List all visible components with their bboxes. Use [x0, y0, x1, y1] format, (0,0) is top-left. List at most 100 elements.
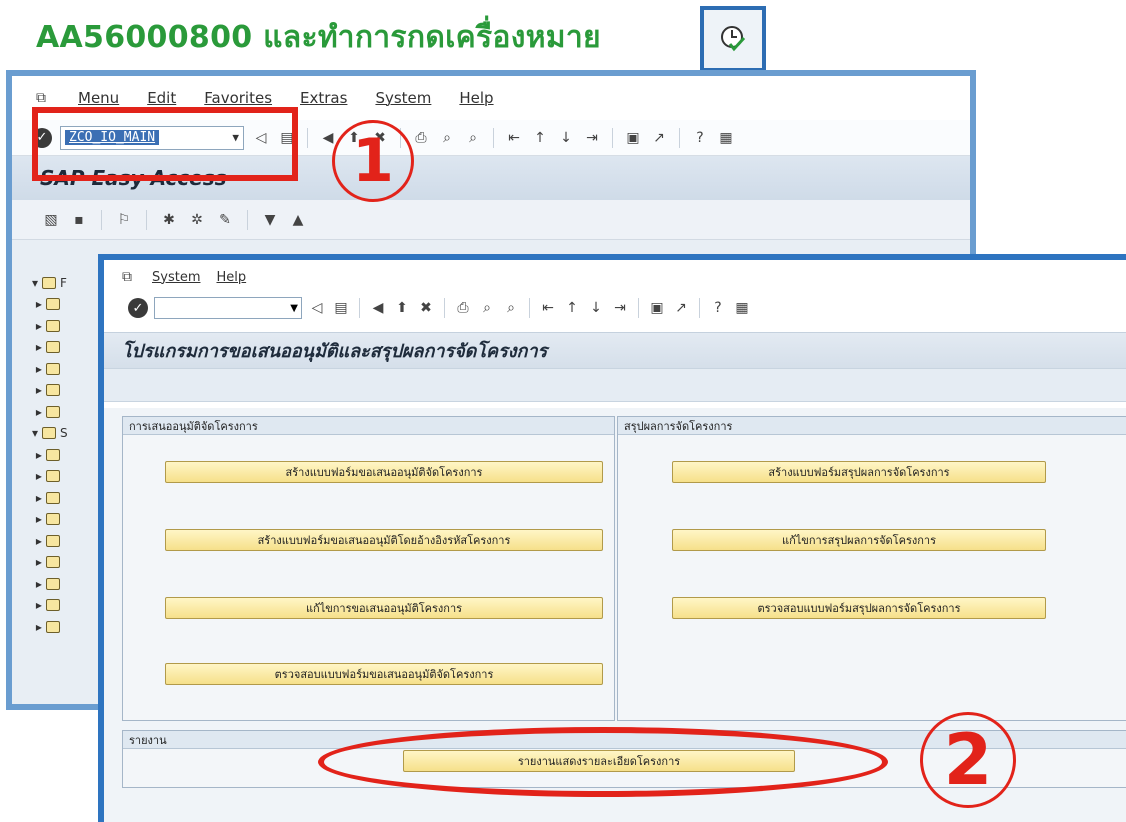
delete-favorite-icon[interactable]: ✲	[188, 211, 206, 229]
next-page-icon[interactable]: ↓	[587, 299, 605, 317]
next-page-icon[interactable]: ↓	[557, 129, 575, 147]
toolbar-separator	[679, 127, 680, 148]
print-icon[interactable]: ⎙	[412, 129, 430, 147]
find-icon[interactable]: ⌕	[478, 299, 496, 317]
menu-item-help[interactable]: Help	[216, 270, 246, 285]
application-toolbar: ▧ ▪ ⚐ ✱ ✲ ✎ ▼ ▲	[12, 200, 970, 240]
menu-item-menu[interactable]: Menu	[78, 89, 119, 107]
move-up-icon[interactable]: ▲	[289, 211, 307, 229]
layout-icon[interactable]: ▦	[733, 299, 751, 317]
folder-icon	[45, 556, 60, 569]
prev-page-icon[interactable]: ↑	[531, 129, 549, 147]
application-toolbar	[104, 368, 1126, 402]
back-icon[interactable]: ◀	[369, 299, 387, 317]
shortcut-icon[interactable]: ↗	[672, 299, 690, 317]
check-summary-form-button[interactable]: ตรวจสอบแบบฟอร์มสรุปผลการจัดโครงการ	[672, 597, 1046, 619]
user-menu-icon[interactable]: ▧	[42, 211, 60, 229]
last-page-icon[interactable]: ⇥	[583, 129, 601, 147]
help-icon[interactable]: ?	[691, 129, 709, 147]
toolbar-separator	[307, 127, 308, 148]
menu-item-extras[interactable]: Extras	[300, 89, 347, 107]
folder-icon	[45, 319, 60, 332]
toolbar-separator	[612, 127, 613, 148]
shortcut-icon[interactable]: ↗	[650, 129, 668, 147]
toolbar-separator	[146, 209, 147, 230]
execute-clock-icon	[721, 26, 746, 52]
new-session-icon[interactable]: ▣	[648, 299, 666, 317]
folder-icon	[42, 276, 57, 289]
edit-summary-button[interactable]: แก้ไขการสรุปผลการจัดโครงการ	[672, 529, 1046, 551]
command-field-highlight	[32, 107, 298, 181]
create-approval-form-button[interactable]: สร้างแบบฟอร์มขอเสนออนุมัติจัดโครงการ	[165, 461, 603, 483]
folder-icon	[45, 448, 60, 461]
menu-toggle-icon[interactable]: ⧉	[118, 268, 136, 286]
exit-icon[interactable]: ⬆	[393, 299, 411, 317]
step-2-marker: 2	[920, 712, 1016, 808]
find-next-icon[interactable]: ⌕	[502, 299, 520, 317]
enter-check-icon[interactable]: ✓	[128, 298, 148, 318]
folder-icon	[42, 427, 57, 440]
sap-menu-icon[interactable]: ▪	[70, 211, 88, 229]
folder-icon	[45, 491, 60, 504]
new-session-icon[interactable]: ▣	[624, 129, 642, 147]
folder-icon	[45, 513, 60, 526]
folder-icon	[45, 577, 60, 590]
other-menu-icon[interactable]: ⚐	[115, 211, 133, 229]
move-down-icon[interactable]: ▼	[261, 211, 279, 229]
edit-approval-button[interactable]: แก้ไขการขอเสนออนุมัติโครงการ	[165, 597, 603, 619]
menu-item-favorites[interactable]: Favorites	[204, 89, 272, 107]
group-title: สรุปผลการจัดโครงการ	[618, 417, 1126, 435]
collapse-left-icon[interactable]: ◁	[308, 299, 326, 317]
group-project-summary: สรุปผลการจัดโครงการ สร้างแบบฟอร์มสรุปผลก…	[617, 416, 1126, 721]
folder-icon	[45, 599, 60, 612]
back-icon[interactable]: ◀	[319, 129, 337, 147]
group-title: การเสนออนุมัติจัดโครงการ	[123, 417, 614, 435]
prev-page-icon[interactable]: ↑	[563, 299, 581, 317]
menu-item-system[interactable]: System	[152, 270, 200, 285]
menu-item-help[interactable]: Help	[459, 89, 493, 107]
toolbar-separator	[638, 298, 639, 318]
print-icon[interactable]: ⎙	[454, 299, 472, 317]
chevron-down-icon[interactable]: ▼	[290, 303, 298, 314]
menu-item-edit[interactable]: Edit	[147, 89, 176, 107]
folder-icon	[45, 405, 60, 418]
folder-icon	[45, 470, 60, 483]
layout-icon[interactable]: ▦	[717, 129, 735, 147]
create-approval-by-reference-button[interactable]: สร้างแบบฟอร์มขอเสนออนุมัติโดยอ้างอิงรหัส…	[165, 529, 603, 551]
first-page-icon[interactable]: ⇤	[505, 129, 523, 147]
folder-icon	[45, 341, 60, 354]
group-project-approval: การเสนออนุมัติจัดโครงการ สร้างแบบฟอร์มขอ…	[122, 416, 615, 721]
step-1-marker: 1	[332, 120, 414, 202]
instruction-caption: AA56000800 และทำการกดเครื่องหมาย	[36, 20, 601, 55]
last-page-icon[interactable]: ⇥	[611, 299, 629, 317]
check-approval-form-button[interactable]: ตรวจสอบแบบฟอร์มขอเสนออนุมัติจัดโครงการ	[165, 663, 603, 685]
toolbar-separator	[444, 298, 445, 318]
save-icon[interactable]: ▤	[332, 299, 350, 317]
folder-icon	[45, 384, 60, 397]
program-title: โปรแกรมการขอเสนออนุมัติและสรุปผลการจัดโค…	[104, 332, 1126, 368]
menu-toggle-icon[interactable]: ⧉	[32, 89, 50, 107]
command-field[interactable]: ▼	[154, 297, 302, 319]
toolbar-separator	[247, 209, 248, 230]
add-favorite-icon[interactable]: ✱	[160, 211, 178, 229]
report-button-highlight	[318, 727, 888, 797]
toolbar-separator	[359, 298, 360, 318]
front-menubar: ⧉ System Help	[104, 260, 1126, 294]
find-next-icon[interactable]: ⌕	[464, 129, 482, 147]
cancel-icon[interactable]: ✖	[417, 299, 435, 317]
execute-icon-highlight[interactable]	[700, 6, 766, 72]
folder-icon	[45, 362, 60, 375]
create-summary-form-button[interactable]: สร้างแบบฟอร์มสรุปผลการจัดโครงการ	[672, 461, 1046, 483]
front-toolbar: ✓ ▼ ◁ ▤ ◀ ⬆ ✖ ⎙ ⌕ ⌕ ⇤ ↑ ↓ ⇥ ▣ ↗ ? ▦	[104, 294, 1126, 322]
toolbar-separator	[101, 209, 102, 230]
find-icon[interactable]: ⌕	[438, 129, 456, 147]
folder-icon	[45, 620, 60, 633]
toolbar-separator	[493, 127, 494, 148]
toolbar-separator	[529, 298, 530, 318]
edit-favorite-icon[interactable]: ✎	[216, 211, 234, 229]
help-icon[interactable]: ?	[709, 299, 727, 317]
folder-icon	[45, 298, 60, 311]
folder-icon	[45, 534, 60, 547]
first-page-icon[interactable]: ⇤	[539, 299, 557, 317]
menu-item-system[interactable]: System	[375, 89, 431, 107]
